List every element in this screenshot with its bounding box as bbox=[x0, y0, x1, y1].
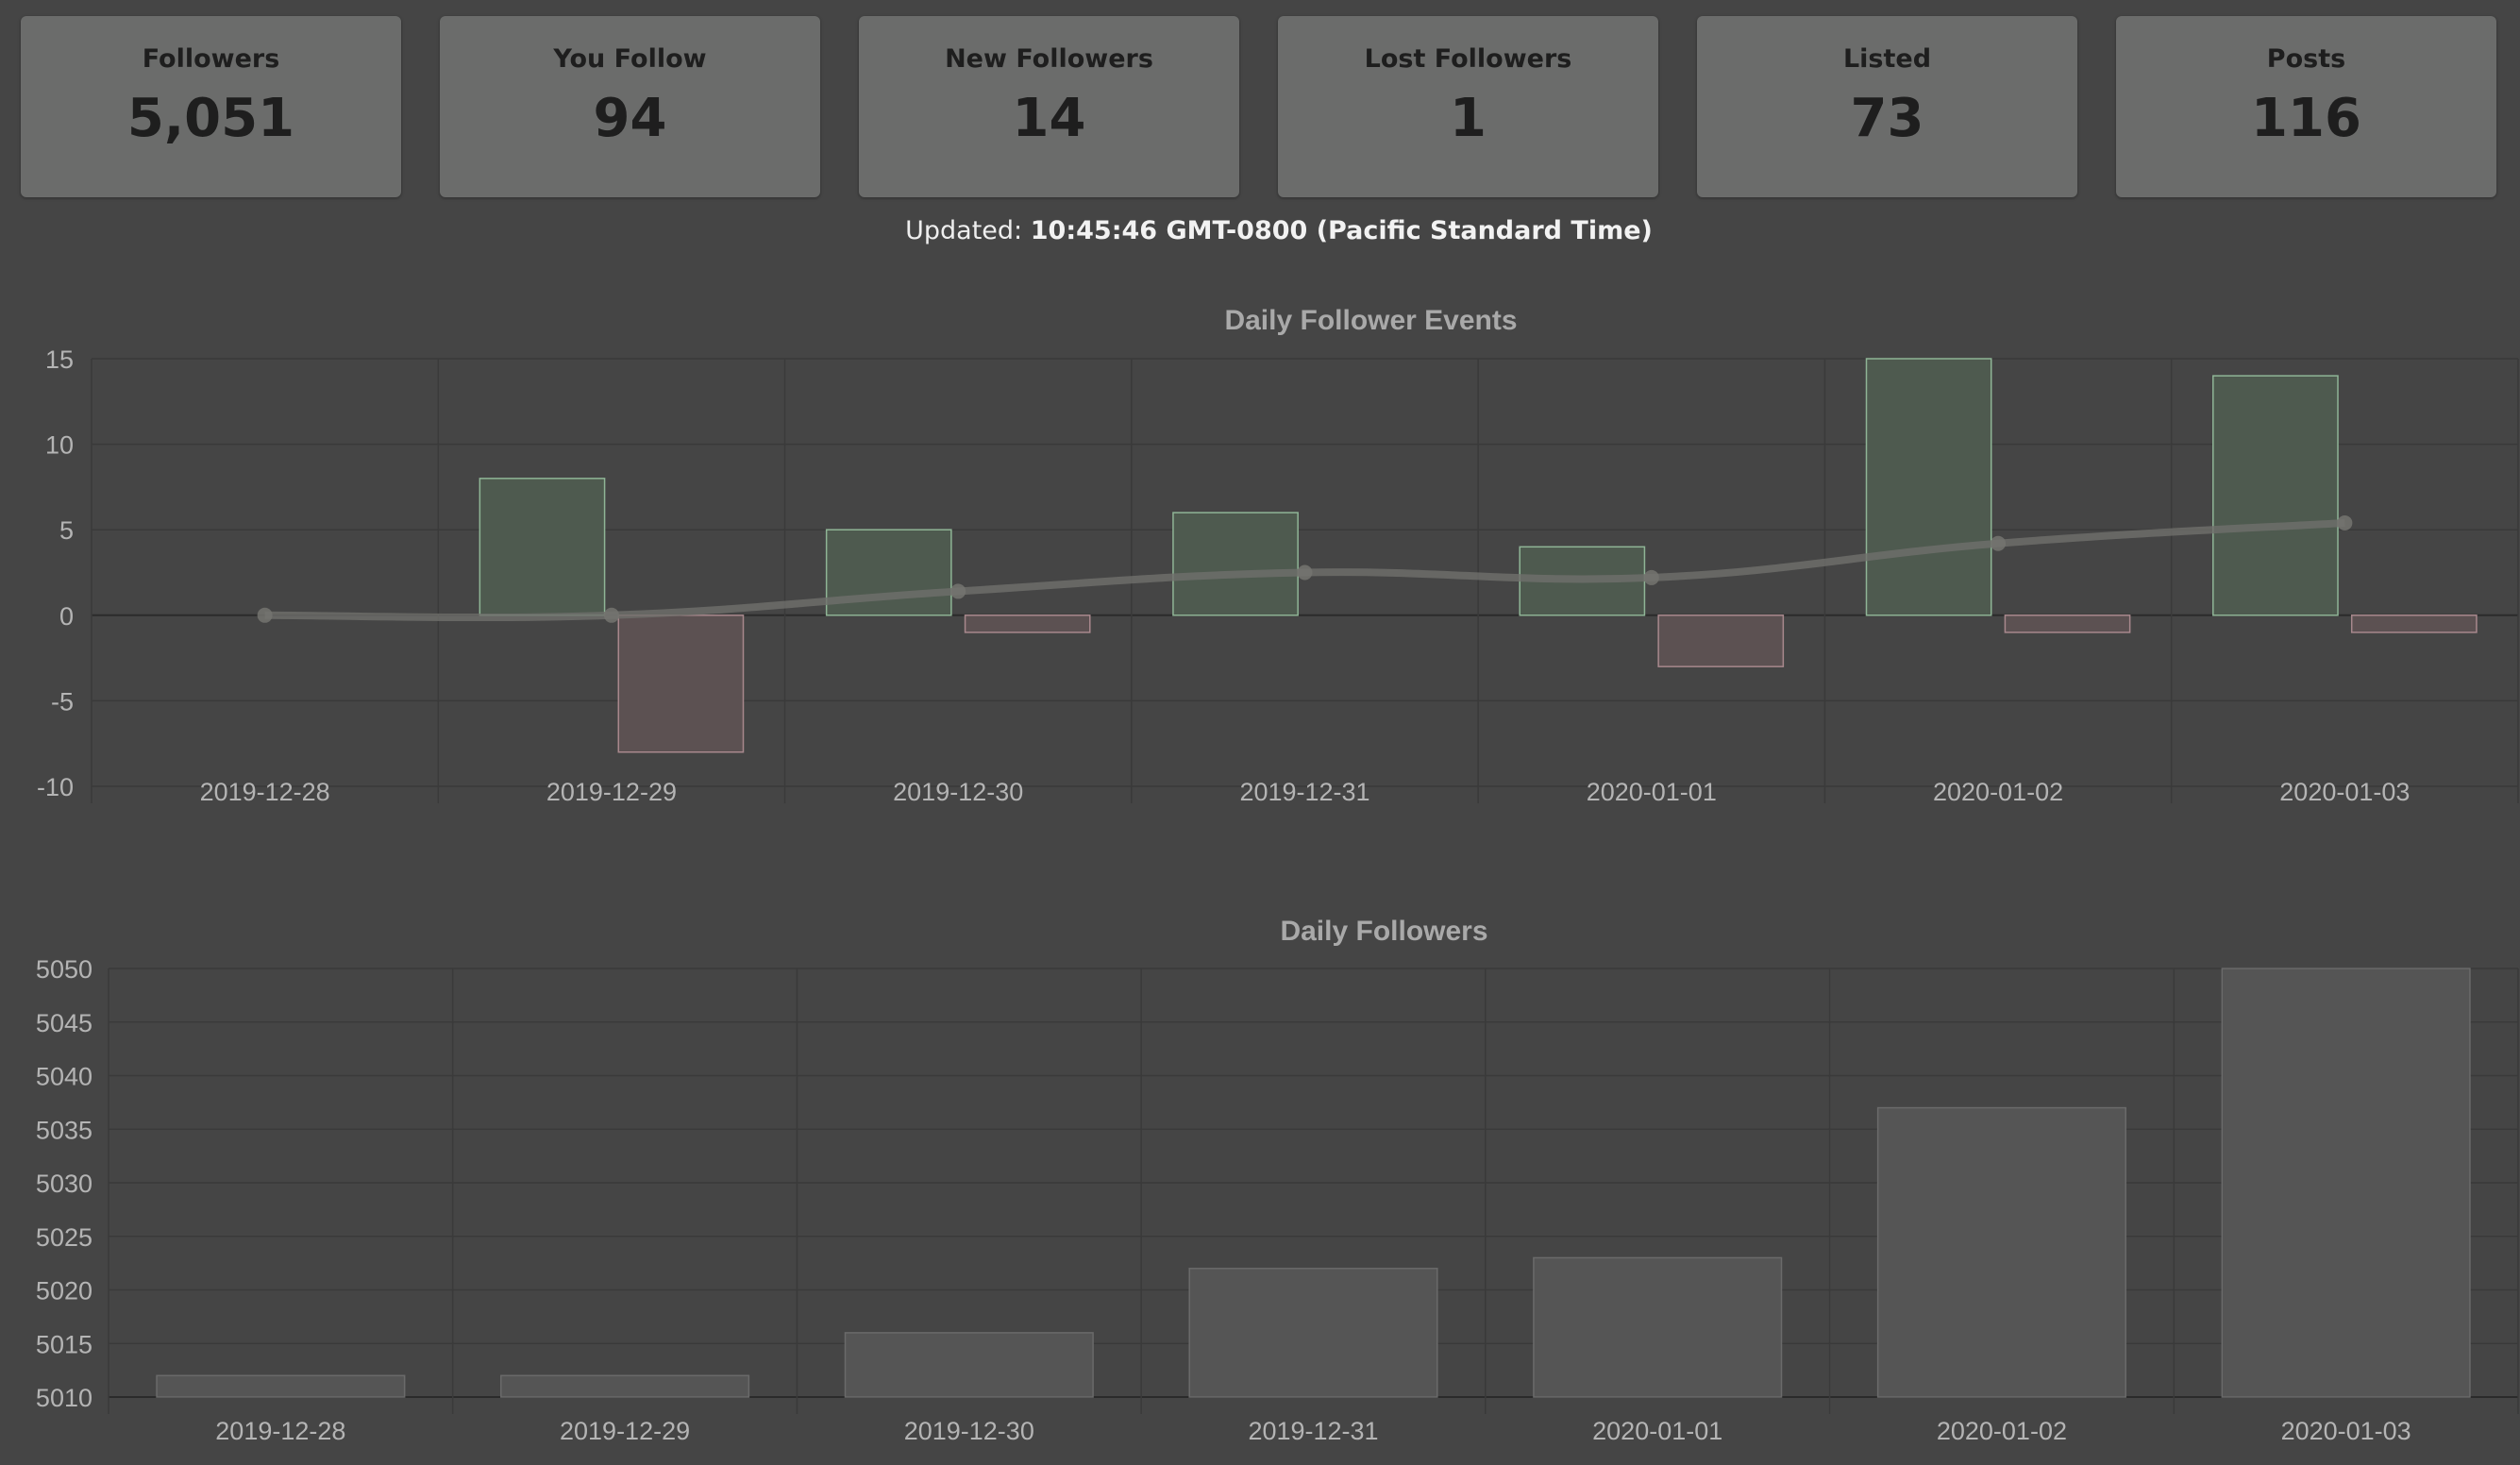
card-value: 73 bbox=[1850, 88, 1924, 149]
lost-followers-bar bbox=[617, 615, 745, 753]
trend-point bbox=[950, 583, 966, 599]
lost-followers-bar bbox=[1657, 615, 1785, 667]
updated-label: Updated: bbox=[905, 216, 1023, 245]
y-tick-label: 5010 bbox=[36, 1384, 92, 1412]
lost-followers-card: Lost Followers 1 bbox=[1278, 16, 1658, 197]
daily-follower-events-chart: Daily Follower Events 15 10 5 0 -5 -10 2019-12-… bbox=[37, 305, 2519, 806]
trend-point bbox=[1991, 535, 2007, 551]
daily-followers-chart: Daily Followers 5050 5045 5040 5035 5030 5025 5… bbox=[36, 916, 2519, 1445]
chart-title: Daily Follower Events bbox=[1224, 305, 1517, 336]
x-tick-label: 2019-12-29 bbox=[546, 778, 677, 806]
x-tick-label: 2019-12-28 bbox=[200, 778, 330, 806]
x-tick-label: 2020-01-03 bbox=[2281, 1417, 2411, 1445]
followers-bar bbox=[1533, 1256, 1783, 1398]
trend-point bbox=[2337, 514, 2353, 530]
followers-bar bbox=[1188, 1268, 1438, 1398]
lost-followers-bar bbox=[964, 615, 1091, 633]
y-tick-label: 15 bbox=[45, 345, 74, 374]
y-tick-label: 5 bbox=[59, 516, 74, 545]
card-value: 14 bbox=[1012, 88, 1086, 149]
listed-card: Listed 73 bbox=[1697, 16, 2077, 197]
trend-point bbox=[603, 607, 619, 623]
y-tick-label: 5030 bbox=[36, 1170, 92, 1198]
lost-followers-bar bbox=[2004, 615, 2131, 633]
card-value: 1 bbox=[1450, 88, 1487, 149]
x-tick-label: 2020-01-03 bbox=[2279, 778, 2410, 806]
x-tick-label: 2020-01-01 bbox=[1587, 778, 1717, 806]
followers-bar bbox=[1876, 1106, 2126, 1398]
card-value: 5,051 bbox=[126, 88, 295, 149]
y-tick-label: 5040 bbox=[36, 1063, 92, 1091]
updated-time: 10:45:46 GMT-0800 (Pacific Standard Time… bbox=[1030, 216, 1653, 245]
card-label: Lost Followers bbox=[1364, 44, 1572, 74]
trend-point bbox=[1643, 569, 1659, 585]
new-followers-bar bbox=[1172, 512, 1299, 616]
trend-point bbox=[1297, 564, 1313, 581]
new-followers-card: New Followers 14 bbox=[859, 16, 1239, 197]
card-label: Listed bbox=[1842, 44, 1932, 74]
new-followers-bar bbox=[2212, 375, 2339, 616]
card-value: 116 bbox=[2251, 88, 2361, 149]
chart-title: Daily Followers bbox=[1280, 916, 1487, 947]
y-tick-label: -5 bbox=[51, 687, 74, 716]
card-label: New Followers bbox=[945, 44, 1153, 74]
x-tick-label: 2020-01-01 bbox=[1592, 1417, 1722, 1445]
followers-bar bbox=[2221, 968, 2471, 1398]
x-tick-label: 2019-12-30 bbox=[893, 778, 1023, 806]
card-label: You Follow bbox=[553, 44, 707, 74]
y-tick-label: 10 bbox=[45, 431, 74, 460]
trend-point bbox=[257, 607, 273, 623]
x-tick-label: 2020-01-02 bbox=[1937, 1417, 2067, 1445]
card-label: Followers bbox=[142, 44, 280, 74]
y-tick-label: 5025 bbox=[36, 1223, 92, 1252]
card-value: 94 bbox=[593, 88, 667, 149]
x-tick-label: 2020-01-02 bbox=[1933, 778, 2063, 806]
y-tick-label: 5020 bbox=[36, 1277, 92, 1305]
lost-followers-bar bbox=[2350, 615, 2478, 633]
followers-card: Followers 5,051 bbox=[21, 16, 401, 197]
y-tick-label: -10 bbox=[37, 773, 74, 801]
y-tick-label: 5050 bbox=[36, 955, 92, 984]
you-follow-card: You Follow 94 bbox=[440, 16, 820, 197]
x-tick-label: 2019-12-28 bbox=[215, 1417, 345, 1445]
new-followers-bar bbox=[479, 478, 606, 616]
x-tick-label: 2019-12-31 bbox=[1248, 1417, 1378, 1445]
x-tick-label: 2019-12-29 bbox=[560, 1417, 690, 1445]
followers-bar bbox=[500, 1374, 750, 1398]
x-tick-label: 2019-12-31 bbox=[1239, 778, 1369, 806]
followers-bar bbox=[844, 1332, 1094, 1398]
y-tick-label: 5035 bbox=[36, 1116, 92, 1144]
y-tick-label: 5045 bbox=[36, 1009, 92, 1037]
card-label: Posts bbox=[2266, 44, 2346, 74]
updated-timestamp: Updated: 10:45:46 GMT-0800 (Pacific Stan… bbox=[0, 216, 2520, 245]
x-tick-label: 2019-12-30 bbox=[904, 1417, 1034, 1445]
y-tick-label: 0 bbox=[59, 602, 74, 631]
posts-card: Posts 116 bbox=[2116, 16, 2496, 197]
stats-cards: Followers 5,051 You Follow 94 New Follow… bbox=[21, 16, 2499, 197]
followers-bar bbox=[156, 1374, 406, 1398]
y-tick-label: 5015 bbox=[36, 1330, 92, 1358]
new-followers-bar bbox=[1865, 358, 1992, 616]
